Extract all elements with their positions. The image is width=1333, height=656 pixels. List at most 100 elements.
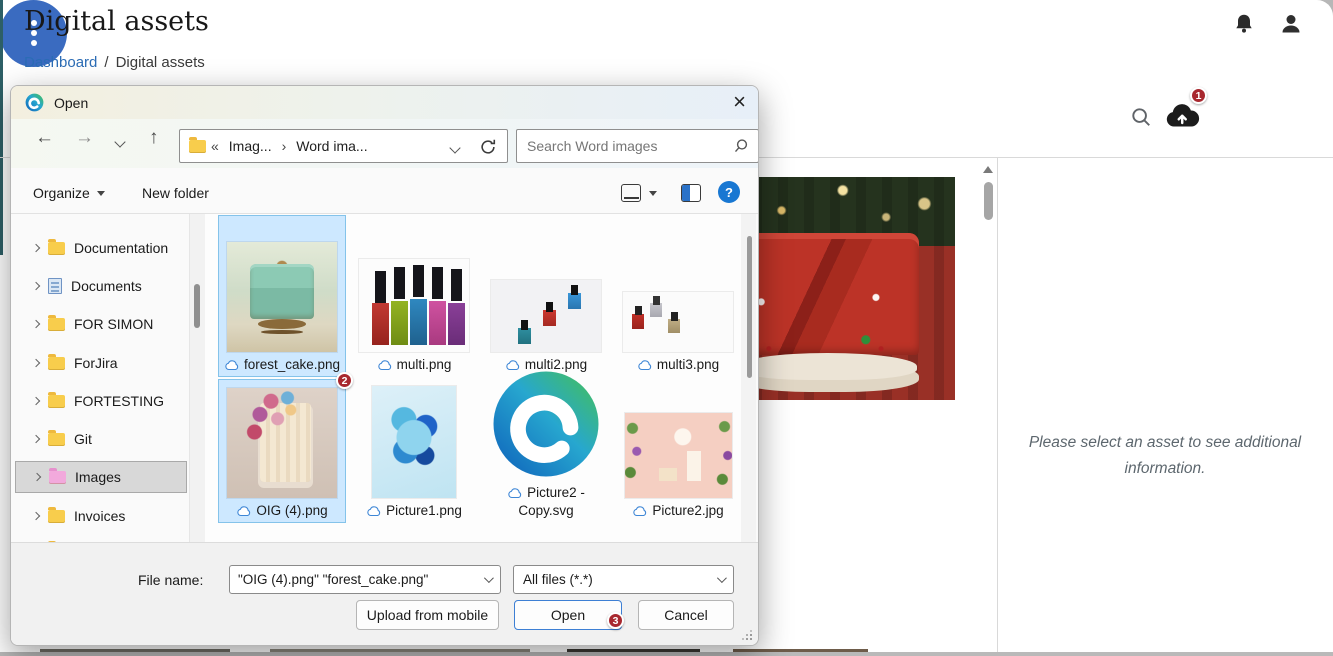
file-thumbnail <box>372 386 456 498</box>
sidebar-item-git[interactable]: Git <box>15 423 187 455</box>
file-item-picture2-copy[interactable]: Picture2 - Copy.svg <box>482 379 610 523</box>
chevron-right-icon[interactable] <box>33 473 41 481</box>
filelist-scrollbar-thumb[interactable] <box>747 236 752 378</box>
annotation-badge-2: 2 <box>336 372 353 389</box>
file-thumbnail <box>625 413 732 498</box>
person-icon <box>1279 12 1303 36</box>
file-name-label: File name: <box>138 572 203 588</box>
breadcrumb-separator: / <box>104 54 108 71</box>
preview-pane-button[interactable] <box>681 184 701 202</box>
page-title: Digital assets <box>24 6 209 37</box>
file-name: Picture1.png <box>386 503 462 518</box>
new-folder-button[interactable]: New folder <box>142 185 209 201</box>
file-item-picture2-jpg[interactable]: Picture2.jpg <box>614 379 742 523</box>
file-name-combobox[interactable] <box>229 565 501 594</box>
file-item-multi3[interactable]: multi3.png <box>614 215 742 377</box>
onedrive-cloud-icon <box>366 506 382 517</box>
address-crumb-images[interactable]: Imag... <box>224 138 277 154</box>
address-dropdown-chevron[interactable] <box>449 142 460 153</box>
chevron-right-icon[interactable] <box>32 244 40 252</box>
file-item-forest-cake[interactable]: forest_cake.png <box>218 215 346 377</box>
file-name: multi3.png <box>657 357 719 372</box>
file-thumbnail <box>359 259 469 352</box>
nav-back-button[interactable]: ← <box>35 125 54 151</box>
nav-up-button[interactable]: ↑ <box>149 125 159 151</box>
search-icon[interactable] <box>733 138 749 154</box>
file-item-multi2[interactable]: multi2.png <box>482 215 610 377</box>
onedrive-cloud-icon <box>637 360 653 371</box>
file-item-oig4[interactable]: 2 OIG (4).png <box>218 379 346 523</box>
sidebar-item-jre[interactable]: jre1.8.0_221 <box>15 534 187 542</box>
sidebar-item-documents[interactable]: Documents <box>15 270 187 302</box>
refresh-icon[interactable] <box>479 138 497 156</box>
page-left-border <box>0 0 3 255</box>
folder-icon <box>48 357 65 370</box>
page-search-button[interactable] <box>1129 106 1153 130</box>
upload-assets-button[interactable] <box>1163 102 1201 132</box>
notifications-button[interactable] <box>1231 12 1257 38</box>
organize-label: Organize <box>33 185 90 201</box>
cancel-button[interactable]: Cancel <box>638 600 734 630</box>
right-panel-divider <box>997 158 998 656</box>
onedrive-cloud-icon <box>377 360 393 371</box>
content-scroll-up[interactable] <box>983 166 993 173</box>
sidebar-item-forjira[interactable]: ForJira <box>15 347 187 379</box>
file-item-picture1[interactable]: Picture1.png <box>350 379 478 523</box>
onedrive-cloud-icon <box>224 360 240 371</box>
chevron-right-icon[interactable] <box>32 435 40 443</box>
file-name-input[interactable] <box>230 572 484 587</box>
folder-tree: Documentation Documents FOR SIMON ForJir… <box>11 214 205 542</box>
help-button[interactable]: ? <box>718 181 740 203</box>
chevron-down-icon[interactable] <box>484 573 494 583</box>
sidebar-scrollbar-thumb[interactable] <box>194 284 200 328</box>
file-thumbnail <box>623 292 733 352</box>
chevron-right-icon[interactable] <box>32 320 40 328</box>
organize-button[interactable]: Organize <box>33 185 105 201</box>
annotation-badge-3: 3 <box>607 612 624 629</box>
view-options-chevron[interactable] <box>649 191 657 196</box>
bell-icon <box>1232 12 1256 36</box>
address-crumb-word-images[interactable]: Word ima... <box>291 138 372 154</box>
sidebar-item-for-simon[interactable]: FOR SIMON <box>15 308 187 340</box>
file-thumbnail <box>227 242 337 352</box>
dialog-resize-grip[interactable] <box>742 630 752 640</box>
chevron-down-icon[interactable] <box>717 573 727 583</box>
digital-assets-page: Digital assets Dashboard/Digital assets … <box>0 0 1333 656</box>
breadcrumb-dashboard-link[interactable]: Dashboard <box>24 54 97 71</box>
sidebar-item-fortesting[interactable]: FORTESTING <box>15 385 187 417</box>
file-name: forest_cake.png <box>244 357 340 372</box>
dialog-titlebar[interactable]: Open <box>11 86 758 119</box>
file-item-multi[interactable]: multi.png <box>350 215 478 377</box>
dialog-close-button[interactable]: × <box>733 88 746 116</box>
folder-icon <box>48 242 65 255</box>
upload-from-mobile-button[interactable]: Upload from mobile <box>356 600 499 630</box>
account-button[interactable] <box>1278 12 1304 38</box>
address-overflow-chevron[interactable]: « <box>206 138 224 154</box>
sidebar-scrollbar-track[interactable] <box>189 214 205 542</box>
address-bar[interactable]: « Imag... › Word ima... <box>179 129 508 163</box>
file-type-dropdown[interactable]: All files (*.*) <box>513 565 734 594</box>
sidebar-item-invoices[interactable]: Invoices <box>15 500 187 532</box>
chevron-right-icon[interactable] <box>32 397 40 405</box>
nav-forward-button[interactable]: → <box>75 125 94 151</box>
file-name: OIG (4).png <box>256 503 327 518</box>
address-crumb-separator: › <box>277 138 292 154</box>
chevron-right-icon[interactable] <box>32 512 40 520</box>
open-file-dialog: Open × ← → ↑ « Imag... › Word ima... <box>10 85 759 646</box>
sidebar-item-documentation[interactable]: Documentation <box>15 232 187 264</box>
folder-icon-pink <box>49 471 66 484</box>
sidebar-item-images[interactable]: Images <box>15 461 187 493</box>
folder-icon <box>48 318 65 331</box>
dialog-search-input[interactable] <box>517 138 733 154</box>
file-thumbnail <box>491 280 601 352</box>
new-folder-label: New folder <box>142 185 209 201</box>
folder-icon <box>48 510 65 523</box>
chevron-right-icon[interactable] <box>32 282 40 290</box>
dialog-footer <box>11 542 758 646</box>
change-view-button[interactable] <box>621 184 641 202</box>
open-button[interactable]: Open <box>514 600 622 630</box>
content-scrollbar-thumb[interactable] <box>984 182 993 220</box>
file-thumbnail-edge-logo <box>490 368 602 480</box>
chevron-right-icon[interactable] <box>32 359 40 367</box>
onedrive-cloud-icon <box>632 506 648 517</box>
